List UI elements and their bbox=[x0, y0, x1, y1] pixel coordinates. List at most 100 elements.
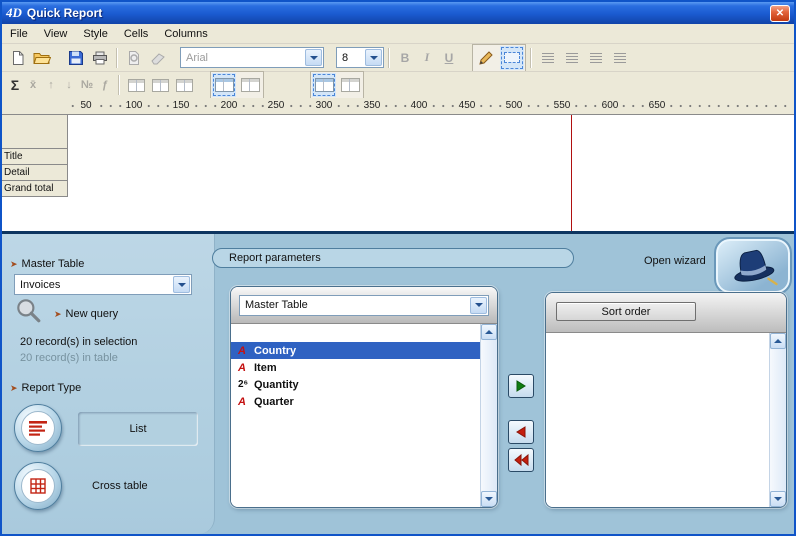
sort-scrollbar[interactable] bbox=[769, 333, 786, 507]
bold-button[interactable]: B bbox=[394, 47, 416, 69]
maximum-button[interactable]: ↑ bbox=[42, 73, 60, 97]
ruler-tick: 650 bbox=[647, 100, 668, 112]
number-field-icon: 2⁶ bbox=[238, 379, 254, 390]
report-parameters-panel: ➤ Master Table Invoices ➤New query 20 rec… bbox=[2, 231, 794, 534]
fields-scrollbar[interactable] bbox=[480, 324, 497, 507]
dropdown-button[interactable] bbox=[470, 297, 487, 314]
dropdown-button[interactable] bbox=[305, 49, 322, 66]
shading-off-icon bbox=[341, 78, 360, 92]
align-right-button[interactable] bbox=[584, 46, 608, 70]
titlebar[interactable]: 4D Quick Report ✕ bbox=[2, 2, 794, 24]
scroll-down-button[interactable] bbox=[481, 491, 497, 507]
align-justify-button[interactable] bbox=[608, 46, 632, 70]
arrow-bullet-icon: ➤ bbox=[10, 383, 18, 393]
new-document-button[interactable] bbox=[6, 46, 30, 70]
remove-from-sort-button[interactable] bbox=[508, 420, 534, 444]
grid-on-button[interactable] bbox=[212, 73, 236, 97]
table-count: 20 record(s) in table bbox=[20, 352, 118, 364]
report-design-area[interactable]: Title Detail Grand total bbox=[2, 115, 794, 231]
list-report-button[interactable] bbox=[14, 404, 62, 452]
count-button[interactable]: № bbox=[78, 73, 96, 97]
sort-order-label: Sort order bbox=[556, 302, 696, 321]
printer-icon bbox=[92, 50, 108, 66]
fields-source-select[interactable]: Master Table bbox=[239, 295, 489, 316]
chevron-down-icon bbox=[310, 56, 318, 60]
selection-count: 20 record(s) in selection bbox=[20, 336, 137, 348]
shading-off-button[interactable] bbox=[338, 73, 362, 97]
shading-on-button[interactable] bbox=[312, 73, 336, 97]
save-button[interactable] bbox=[64, 46, 88, 70]
row-header-title[interactable]: Title bbox=[2, 149, 68, 165]
remove-all-from-sort-button[interactable] bbox=[508, 448, 534, 472]
list-report-inner bbox=[21, 411, 55, 445]
scroll-track[interactable] bbox=[770, 349, 786, 491]
border-style-button[interactable] bbox=[500, 46, 524, 70]
fields-source-value: Master Table bbox=[240, 299, 469, 311]
sort-order-list[interactable] bbox=[546, 333, 769, 507]
dropdown-button[interactable] bbox=[173, 276, 190, 293]
menu-cells[interactable]: Cells bbox=[116, 26, 156, 42]
print-button[interactable] bbox=[88, 46, 112, 70]
scroll-up-button[interactable] bbox=[770, 333, 786, 349]
toolbar-separator bbox=[388, 48, 390, 68]
scroll-track[interactable] bbox=[481, 340, 497, 491]
menu-style[interactable]: Style bbox=[75, 26, 115, 42]
insert-column-button[interactable] bbox=[148, 73, 172, 97]
open-wizard-button[interactable] bbox=[714, 237, 792, 295]
field-name: Item bbox=[254, 362, 277, 374]
new-query-button[interactable] bbox=[14, 296, 42, 327]
average-button[interactable]: x̄ bbox=[24, 73, 42, 97]
pen-button[interactable] bbox=[474, 46, 498, 70]
dashed-border-icon bbox=[504, 52, 520, 63]
corner-cell[interactable] bbox=[2, 115, 68, 149]
add-column-button[interactable] bbox=[124, 73, 148, 97]
font-size-select[interactable]: 8 bbox=[336, 47, 384, 68]
field-item-item[interactable]: A Item bbox=[231, 359, 480, 376]
chevron-up-icon bbox=[774, 339, 782, 343]
grid-off-button[interactable] bbox=[238, 73, 262, 97]
add-to-sort-button[interactable] bbox=[508, 374, 534, 398]
align-left-button[interactable] bbox=[536, 46, 560, 70]
print-preview-icon bbox=[126, 50, 142, 66]
minimum-button[interactable]: ↓ bbox=[60, 73, 78, 97]
maximum-icon: ↑ bbox=[48, 79, 54, 91]
menu-bar: File View Style Cells Columns bbox=[2, 24, 794, 43]
ruler[interactable]: 50 100 150 200 250 300 350 400 450 500 5… bbox=[2, 98, 794, 115]
master-table-select[interactable]: Invoices bbox=[14, 274, 192, 295]
dropdown-button[interactable] bbox=[365, 49, 382, 66]
underline-button[interactable]: U bbox=[438, 47, 460, 69]
menu-file[interactable]: File bbox=[2, 26, 36, 42]
row-headers: Title Detail Grand total bbox=[2, 115, 68, 197]
row-header-grand-total[interactable]: Grand total bbox=[2, 181, 68, 197]
row-header-detail[interactable]: Detail bbox=[2, 165, 68, 181]
eraser-icon bbox=[150, 50, 166, 66]
eraser-button[interactable] bbox=[146, 46, 170, 70]
delete-column-button[interactable] bbox=[172, 73, 196, 97]
chevron-down-icon bbox=[475, 303, 483, 307]
ruler-tick: 300 bbox=[314, 100, 335, 112]
master-table-value: Invoices bbox=[15, 279, 172, 291]
formula-button[interactable]: ƒ bbox=[96, 73, 114, 97]
field-item-quantity[interactable]: 2⁶ Quantity bbox=[231, 376, 480, 393]
field-item-quarter[interactable]: A Quarter bbox=[231, 393, 480, 410]
sum-button[interactable]: Σ bbox=[6, 73, 24, 97]
print-preview-button[interactable] bbox=[122, 46, 146, 70]
menu-columns[interactable]: Columns bbox=[156, 26, 215, 42]
menu-view[interactable]: View bbox=[36, 26, 76, 42]
cross-table-report-button[interactable] bbox=[14, 462, 62, 510]
field-name: Quantity bbox=[254, 379, 299, 391]
open-button[interactable] bbox=[30, 46, 54, 70]
pen-icon bbox=[478, 50, 494, 66]
align-center-button[interactable] bbox=[560, 46, 584, 70]
ruler-tick: 100 bbox=[124, 100, 145, 112]
close-button[interactable]: ✕ bbox=[770, 5, 790, 22]
scroll-up-button[interactable] bbox=[481, 324, 497, 340]
font-family-select[interactable]: Arial bbox=[180, 47, 324, 68]
average-icon: x̄ bbox=[30, 79, 36, 91]
grid-on-icon bbox=[215, 78, 234, 92]
fields-panel: Master Table A Country A Item 2⁶ Quantit… bbox=[230, 286, 498, 508]
scroll-down-button[interactable] bbox=[770, 491, 786, 507]
new-query-label[interactable]: ➤New query bbox=[54, 308, 118, 320]
field-item-country[interactable]: A Country bbox=[231, 342, 480, 359]
italic-button[interactable]: I bbox=[416, 47, 438, 69]
